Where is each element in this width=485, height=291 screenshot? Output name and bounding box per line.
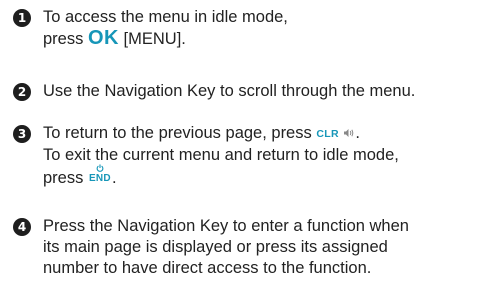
step-text: Use the Navigation Key to scroll through… (43, 81, 481, 102)
power-icon (96, 164, 104, 172)
step-text-prefix: To return to the previous page, press (43, 124, 312, 142)
step-text-suffix: . (355, 124, 361, 142)
step-line: Press the Navigation Key to enter a func… (43, 217, 409, 235)
step-line: number to have direct access to the func… (43, 259, 372, 277)
speaker-icon (344, 129, 354, 137)
clr-key-label: CLR (316, 128, 339, 140)
step-text: To return to the previous page, press CL… (43, 123, 481, 189)
step-text-suffix: . (111, 169, 117, 187)
step-line: press OK [MENU]. (43, 28, 481, 50)
step-text-suffix: [MENU]. (123, 30, 186, 48)
step-1: 1 To access the menu in idle mode, press… (13, 7, 481, 50)
step-text-prefix: press (43, 30, 84, 48)
step-text: Press the Navigation Key to enter a func… (43, 216, 481, 279)
step-text: To access the menu in idle mode, press O… (43, 7, 481, 50)
step-number-badge: 1 (13, 9, 31, 27)
step-2: 2 Use the Navigation Key to scroll throu… (13, 81, 481, 102)
step-3: 3 To return to the previous page, press … (13, 123, 481, 189)
step-line: its main page is displayed or press its … (43, 238, 388, 256)
step-number-badge: 3 (13, 125, 31, 143)
end-key: END (88, 164, 112, 185)
step-number-badge: 4 (13, 218, 31, 236)
step-line: To access the menu in idle mode, (43, 8, 288, 26)
ok-key-label: OK (87, 27, 119, 49)
step-line: press END. (43, 164, 481, 189)
step-4: 4 Press the Navigation Key to enter a fu… (13, 216, 481, 279)
step-line: To exit the current menu and return to i… (43, 146, 399, 164)
end-key-label: END (88, 173, 111, 184)
step-line: Use the Navigation Key to scroll through… (43, 82, 416, 100)
step-number-badge: 2 (13, 83, 31, 101)
step-text-prefix: press (43, 169, 84, 187)
step-line: To return to the previous page, press CL… (43, 123, 481, 145)
